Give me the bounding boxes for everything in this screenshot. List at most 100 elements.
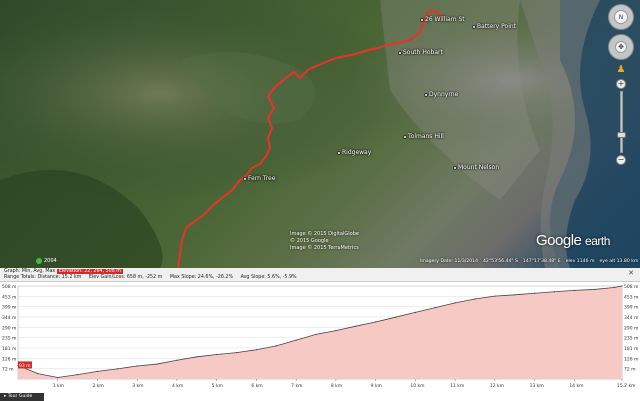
elevation-point xyxy=(156,363,158,365)
x-tick-label: 2 km xyxy=(92,383,103,389)
y-tick-label: 508 m xyxy=(624,284,638,290)
x-tick-label: 9 km xyxy=(371,383,382,389)
elevation-point xyxy=(216,353,218,356)
y-tick-label: 126 m xyxy=(2,356,16,362)
elevation-point xyxy=(136,365,138,367)
elevation-point xyxy=(573,289,575,292)
elevation-point xyxy=(553,291,556,293)
place-marker-icon xyxy=(472,24,476,29)
elevation-point xyxy=(593,288,595,291)
elevation-point xyxy=(176,359,178,361)
historical-imagery-badge[interactable]: 2004 xyxy=(36,258,57,264)
elevation-point xyxy=(196,356,198,358)
y-tick-label: 126 m xyxy=(624,356,638,362)
elevation-point xyxy=(57,376,59,379)
place-label[interactable]: 26 William St xyxy=(420,16,465,23)
x-tick-label: 8 km xyxy=(331,383,342,389)
navigation-controls: N ✥ ♟ + − xyxy=(608,4,634,165)
place-marker-icon xyxy=(337,150,341,155)
x-tick-label: 10 km xyxy=(410,383,424,389)
clock-icon xyxy=(36,258,42,264)
close-profile-button[interactable]: ✕ xyxy=(628,270,634,277)
y-tick-label: 453 m xyxy=(2,294,16,300)
elevation-point xyxy=(116,368,118,370)
zoom-out-button[interactable]: − xyxy=(616,155,626,165)
place-marker-icon xyxy=(420,17,424,22)
place-marker-icon xyxy=(424,92,428,97)
elevation-point xyxy=(375,321,377,323)
google-earth-logo: Google earth xyxy=(536,232,610,249)
route-line[interactable] xyxy=(0,0,640,268)
y-tick-label: 508 m xyxy=(2,284,16,290)
place-label[interactable]: Fern Tree xyxy=(243,175,275,182)
elevation-point xyxy=(355,325,357,327)
y-tick-label: 72 m xyxy=(2,367,14,373)
place-label[interactable]: Ridgeway xyxy=(337,149,371,156)
elevation-point xyxy=(275,345,277,347)
x-tick-label: 12 km xyxy=(490,383,504,389)
place-label[interactable]: Battery Point xyxy=(472,23,516,30)
elevation-point xyxy=(96,370,99,372)
elevation-point xyxy=(37,373,39,375)
y-tick-label: 290 m xyxy=(624,325,638,331)
elevation-point xyxy=(613,286,615,289)
elevation-marker-label: 93 m xyxy=(19,363,31,369)
elevation-profile-panel: Graph: Min, Avg, Max Elevation: 22, 264,… xyxy=(0,268,640,401)
elevation-point xyxy=(235,351,238,354)
zoom-knob[interactable] xyxy=(616,132,626,138)
place-label[interactable]: South Hobart xyxy=(398,49,443,56)
y-tick-label: 235 m xyxy=(2,336,16,342)
x-tick-label: 4 km xyxy=(172,383,183,389)
move-control[interactable]: ✥ xyxy=(608,34,634,60)
tour-guide-button[interactable]: ▸ Tour Guide xyxy=(0,393,44,401)
x-tick-label: 3 km xyxy=(132,383,143,389)
place-label[interactable]: Mount Nelson xyxy=(453,164,499,171)
hand-icon: ✥ xyxy=(615,41,627,53)
elevation-point xyxy=(335,329,337,332)
look-control[interactable]: N xyxy=(608,4,634,30)
y-tick-label: 181 m xyxy=(624,346,638,352)
zoom-in-button[interactable]: + xyxy=(616,79,626,89)
x-tick-label: 14 km xyxy=(569,383,583,389)
elevation-point xyxy=(77,373,79,376)
imagery-credits: Image © 2015 DigitalGlobe © 2015 Google … xyxy=(290,231,359,251)
elevation-point xyxy=(474,298,476,300)
x-tick-label: 5 km xyxy=(212,383,223,389)
x-tick-label: 13 km xyxy=(530,383,544,389)
elevation-point xyxy=(394,316,397,318)
place-label[interactable]: Tolmans Hill xyxy=(403,133,444,140)
y-tick-label: 181 m xyxy=(2,346,16,352)
eye-icon: N xyxy=(614,10,628,24)
range-totals-row: Range Totals: Distance: 15.2 km Elev Gai… xyxy=(4,275,297,280)
profile-info-bar: Graph: Min, Avg, Max Elevation: 22, 264,… xyxy=(0,268,640,282)
y-tick-label: 453 m xyxy=(624,294,638,300)
place-marker-icon xyxy=(403,134,407,139)
zoom-slider[interactable]: + − xyxy=(616,79,626,165)
street-view-pegman-icon[interactable]: ♟ xyxy=(616,64,626,76)
place-marker-icon xyxy=(453,165,457,170)
elevation-point xyxy=(414,311,416,314)
x-tick-label: 7 km xyxy=(291,383,302,389)
x-tick-label: 15.2 km xyxy=(617,383,635,389)
elevation-point xyxy=(533,292,536,294)
y-tick-label: 72 m xyxy=(624,367,636,373)
y-tick-label: 290 m xyxy=(2,325,16,331)
x-tick-label: 11 km xyxy=(450,383,464,389)
x-tick-label: 6 km xyxy=(251,383,262,389)
y-tick-label: 399 m xyxy=(2,305,16,311)
elevation-point xyxy=(295,339,297,341)
zoom-track[interactable] xyxy=(616,91,626,153)
elevation-point xyxy=(514,294,516,296)
x-tick-label: 1 km xyxy=(53,383,64,389)
status-bar: Imagery Date: 11/3/2014 42°53'56.44" S 1… xyxy=(420,258,639,264)
elevation-point xyxy=(454,302,456,304)
y-tick-label: 344 m xyxy=(2,315,16,321)
y-tick-label: 235 m xyxy=(624,336,638,342)
map-view[interactable]: 26 William St Battery Point South Hobart… xyxy=(0,0,640,268)
elevation-chart[interactable]: 72 m 72 m 126 m 126 m 181 m 181 m 235 m 235 m 29… xyxy=(0,282,640,393)
place-label[interactable]: Dynnyrne xyxy=(424,91,458,98)
y-tick-label: 344 m xyxy=(624,315,638,321)
elevation-point xyxy=(434,307,436,309)
elevation-point xyxy=(494,295,496,297)
place-marker-icon xyxy=(398,50,402,55)
